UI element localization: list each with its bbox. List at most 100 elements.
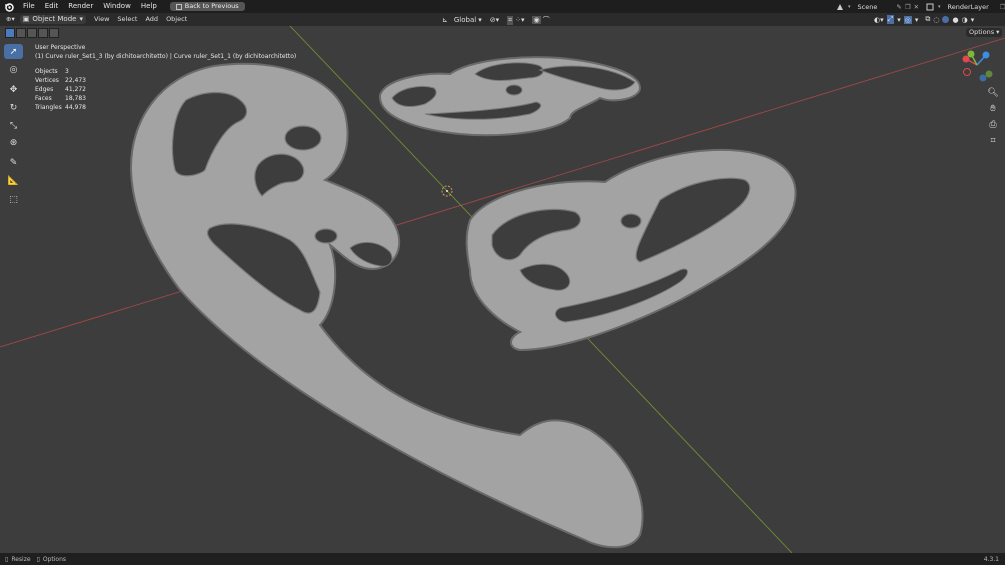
select-new-icon[interactable] xyxy=(5,28,15,38)
chevron-down-icon: ▾ xyxy=(994,28,1000,36)
options-button[interactable]: Options ▾ xyxy=(966,28,1003,37)
options-label: Options xyxy=(969,28,995,36)
pencil-icon: ✎ xyxy=(9,157,18,168)
z-axis-icon[interactable] xyxy=(982,51,990,59)
mouse-left-icon: ▯ xyxy=(5,555,9,563)
top-bar: File Edit Render Window Help Back to Pre… xyxy=(0,0,1005,13)
menu-window[interactable]: Window xyxy=(98,0,136,13)
shading-solid-icon[interactable] xyxy=(942,16,950,23)
shading-wireframe-icon[interactable]: ◌ xyxy=(933,16,939,24)
status-resize: Resize xyxy=(11,555,31,563)
active-object-label: (1) Curve ruler_Set1_3 (by dichitoarchit… xyxy=(35,53,297,60)
snap-icon[interactable]: ⌗ xyxy=(507,15,514,25)
add-cube-tool[interactable]: ⬚ xyxy=(4,192,23,207)
scene-selector[interactable]: ▾ Scene ✎ ❐ ✕ xyxy=(836,1,919,12)
select-extend-icon[interactable] xyxy=(16,28,26,38)
pin-icon[interactable]: ✎ xyxy=(896,3,901,11)
chevron-down-icon: ▾ xyxy=(79,15,83,23)
stat-edges: Edges 41,272 xyxy=(35,86,86,93)
cursor-tool[interactable]: ◎ xyxy=(4,62,23,77)
mouse-right-icon: ▯ xyxy=(36,555,40,563)
menu-file[interactable]: File xyxy=(18,0,40,13)
curve-ruler-medium[interactable] xyxy=(465,148,797,352)
3d-cursor[interactable] xyxy=(441,185,453,197)
select-invert-icon[interactable] xyxy=(38,28,48,38)
select-intersect-icon[interactable] xyxy=(49,28,59,38)
camera-icon[interactable]: ⎙ xyxy=(987,119,999,131)
curve-ruler-small[interactable] xyxy=(378,56,642,137)
mode-dropdown[interactable]: ▣ Object Mode ▾ xyxy=(19,15,86,24)
chevron-down-icon: ▾ xyxy=(478,16,482,24)
annotate-tool[interactable]: ✎ xyxy=(4,155,23,170)
menu-help[interactable]: Help xyxy=(136,0,162,13)
pivot-icon[interactable]: ⊘▾ xyxy=(490,16,499,24)
blender-logo-icon[interactable] xyxy=(4,2,14,12)
menu-edit[interactable]: Edit xyxy=(40,0,64,13)
shading-dropdown-icon[interactable]: ▾ xyxy=(971,16,975,24)
status-options: Options xyxy=(42,555,67,563)
proportional-edit-icon[interactable]: ◉ xyxy=(532,16,541,24)
snap-target-icon[interactable]: ⁘▾ xyxy=(515,16,524,24)
scale-icon: ⤡ xyxy=(9,120,18,131)
stat-triangles: Triangles 44,978 xyxy=(35,104,86,111)
visibility-icon[interactable]: ◐▾ xyxy=(874,16,884,24)
transform-icon: ⊛ xyxy=(9,137,18,148)
x-axis-icon[interactable] xyxy=(962,55,970,63)
new-layer-icon[interactable]: ❐ xyxy=(1000,3,1005,11)
menu-object[interactable]: Object xyxy=(162,13,191,26)
editor-type-icon[interactable]: ⊕▾ xyxy=(0,13,18,26)
status-bar: ▯ Resize ▯ Options 4.3.1 xyxy=(0,553,1005,565)
rotate-tool[interactable]: ↻ xyxy=(4,100,23,115)
select-subtract-icon[interactable] xyxy=(27,28,37,38)
viewport-header: ⊕▾ ▣ Object Mode ▾ View Select Add Objec… xyxy=(0,13,1005,26)
back-to-previous-label: Back to Previous xyxy=(184,2,239,10)
select-box-tool[interactable]: ➚ xyxy=(4,44,23,59)
stat-objects: Objects 3 xyxy=(35,68,69,75)
3d-viewport[interactable]: ➚ ◎ ✥ ↻ ⤡ ⊛ ✎ 📐 ⬚ User Perspective (1) C… xyxy=(0,26,1005,553)
perspective-toggle-icon[interactable]: ⌗ xyxy=(987,135,999,147)
menu-add[interactable]: Add xyxy=(141,13,162,26)
gizmo-dropdown-icon[interactable]: ▾ xyxy=(897,16,901,24)
xray-icon[interactable]: ⧉ xyxy=(925,15,930,24)
pan-hand-icon[interactable]: ✋︎ xyxy=(987,103,999,115)
scale-tool[interactable]: ⤡ xyxy=(4,118,23,133)
menu-view[interactable]: View xyxy=(90,13,113,26)
navigation-gizmo[interactable] xyxy=(958,46,996,84)
y-axis-icon[interactable] xyxy=(967,50,975,58)
stat-vertices: Vertices 22,473 xyxy=(35,77,86,84)
back-to-previous-button[interactable]: Back to Previous xyxy=(169,2,245,11)
gizmo-toggle-icon[interactable]: ⤢ xyxy=(886,15,895,24)
shading-material-icon[interactable]: ● xyxy=(952,16,958,24)
remove-scene-icon[interactable]: ✕ xyxy=(914,3,919,11)
cube-icon: ⬚ xyxy=(9,194,18,205)
scene-icon xyxy=(837,3,843,10)
viewport-display-controls: ◐▾ ⤢ ▾ ◎ ▾ ⧉ ◌ ● ◑ ▾ xyxy=(874,15,974,24)
overlays-toggle-icon[interactable]: ◎ xyxy=(903,15,912,24)
move-tool[interactable]: ✥ xyxy=(4,82,23,97)
zoom-icon[interactable]: 🔍︎ xyxy=(987,87,999,99)
ruler-icon: 📐 xyxy=(7,175,20,186)
cursor-icon: ◎ xyxy=(9,64,18,75)
render-layer-icon xyxy=(926,3,934,10)
falloff-icon[interactable]: ⌒ xyxy=(543,15,550,25)
menu-select[interactable]: Select xyxy=(113,13,141,26)
new-scene-icon[interactable]: ❐ xyxy=(905,3,911,11)
selection-mode-buttons xyxy=(5,28,59,38)
back-icon xyxy=(175,3,182,10)
overlays-dropdown-icon[interactable]: ▾ xyxy=(915,16,919,24)
transform-tool[interactable]: ⊛ xyxy=(4,135,23,150)
view-perspective-label: User Perspective xyxy=(35,44,86,51)
orientation-icon: ⊾ xyxy=(442,16,448,24)
version-label: 4.3.1 xyxy=(983,555,999,563)
mode-label: Object Mode xyxy=(32,15,77,23)
transform-orientation[interactable]: ⊾ Global ▾ ⊘▾ ⌗ ⁘▾ ◉ ⌒ xyxy=(442,15,550,25)
viewport-scene xyxy=(0,26,1005,553)
menu-render[interactable]: Render xyxy=(63,0,98,13)
object-mode-icon: ▣ xyxy=(22,15,30,23)
scene-name: Scene xyxy=(857,2,878,11)
render-layer-name: RenderLayer xyxy=(947,2,989,11)
measure-tool[interactable]: 📐 xyxy=(4,173,23,188)
shading-rendered-icon[interactable]: ◑ xyxy=(962,16,968,24)
orientation-label: Global xyxy=(453,16,477,24)
render-layer-selector[interactable]: ▾ RenderLayer ❐ ✕ xyxy=(926,1,1005,12)
